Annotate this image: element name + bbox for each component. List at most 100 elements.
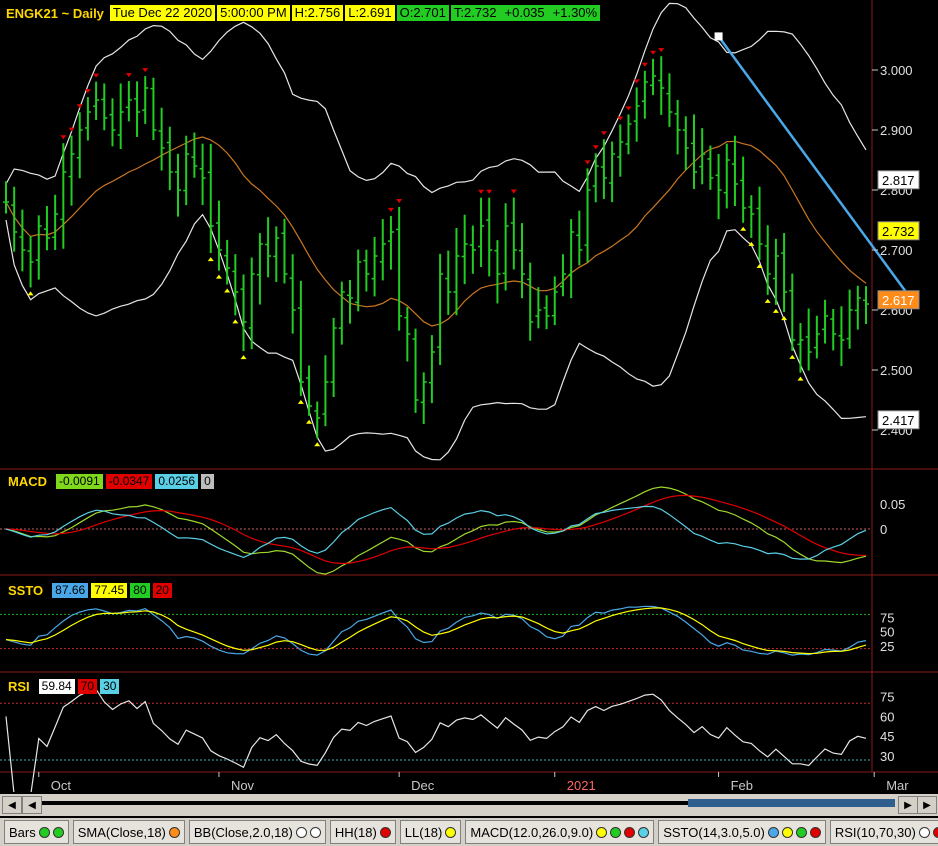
color-dot-icon bbox=[295, 826, 307, 838]
ll-marker bbox=[232, 319, 239, 324]
reference-lines bbox=[0, 528, 872, 761]
color-dot-icon bbox=[781, 826, 793, 838]
macd-value: -0.0091 bbox=[56, 474, 103, 489]
ll-marker bbox=[215, 274, 222, 279]
toolbar-indicator-label: HH(18) bbox=[334, 824, 377, 840]
price-marker-label: 2.417 bbox=[882, 413, 915, 428]
horizontal-scrollbar[interactable]: ◀ ◀ ▶ ▶ bbox=[0, 794, 938, 816]
color-dot-icon bbox=[309, 826, 321, 838]
header-date: Tue Dec 22 2020 bbox=[109, 5, 216, 21]
ll-marker bbox=[240, 355, 247, 360]
hh-marker bbox=[510, 189, 517, 194]
color-dot-icon bbox=[596, 826, 608, 838]
header-time: 5:00:00 PM bbox=[217, 5, 290, 21]
toolbar-indicator-item[interactable]: BB(Close,2.0,18) bbox=[188, 820, 326, 844]
hh-marker bbox=[641, 62, 648, 67]
header-change: +0.035 bbox=[504, 5, 545, 20]
toolbar-indicator-label: LL(18) bbox=[404, 824, 443, 840]
color-dot-icon bbox=[379, 826, 391, 838]
hh-marker bbox=[76, 104, 83, 109]
color-dot-icon bbox=[624, 826, 636, 838]
rsi-tick-label: 60 bbox=[880, 709, 894, 724]
header-close: T:2.732 bbox=[453, 5, 497, 20]
ll-marker bbox=[740, 226, 747, 231]
rsi-upper-value: 70 bbox=[77, 679, 98, 694]
trendline-handle[interactable] bbox=[714, 32, 723, 41]
price-marker-label: 2.732 bbox=[882, 224, 915, 239]
color-dot-icon bbox=[445, 826, 457, 838]
ssto-upper-value: 80 bbox=[130, 583, 150, 598]
scroll-left-page-button[interactable]: ◀ bbox=[22, 796, 42, 814]
price-tick-label: 3.000 bbox=[880, 63, 913, 78]
ssto-label: SSTO bbox=[8, 583, 44, 598]
ll-marker bbox=[764, 298, 771, 303]
hh-marker bbox=[486, 189, 493, 194]
hh-marker bbox=[625, 106, 632, 111]
indicator-toolbar: Bars SMA(Close,18) BB(Close,2.0,18) HH(18) L… bbox=[0, 818, 938, 846]
macd-legend: MACD -0.0091 -0.0347 0.0256 0 bbox=[8, 474, 214, 489]
hh-marker bbox=[592, 145, 599, 150]
time-label: 2021 bbox=[567, 778, 596, 792]
ll-marker bbox=[297, 399, 304, 404]
toolbar-indicator-item[interactable]: Bars bbox=[4, 820, 69, 844]
rsi-tick-label: 30 bbox=[880, 749, 894, 764]
rsi-tick-label: 45 bbox=[880, 729, 894, 744]
macd-tick-label: 0.05 bbox=[880, 497, 905, 512]
panel-separators bbox=[0, 0, 938, 773]
macd-zero-value: 0 bbox=[201, 474, 214, 489]
ll-marker bbox=[207, 257, 214, 262]
hh-marker bbox=[600, 131, 607, 136]
time-label: Oct bbox=[51, 778, 72, 792]
header-change-pct: +1.30% bbox=[552, 5, 598, 20]
toolbar-indicator-item[interactable]: HH(18) bbox=[329, 820, 396, 844]
ll-marker bbox=[314, 442, 321, 447]
scroll-right-button[interactable]: ▶ bbox=[917, 796, 937, 814]
ssto-tick-label: 25 bbox=[880, 639, 894, 654]
ssto-k-value: 87.66 bbox=[52, 583, 89, 598]
ll-marker bbox=[781, 316, 788, 321]
hh-marker bbox=[584, 160, 591, 165]
rsi-legend: RSI 59.84 70 30 bbox=[8, 679, 120, 694]
trendline-segment[interactable] bbox=[717, 35, 908, 294]
rsi-value: 59.84 bbox=[38, 679, 75, 694]
color-dot-icon bbox=[38, 826, 50, 838]
toolbar-indicator-item[interactable]: MACD(12.0,26.0,9.0) bbox=[465, 820, 655, 844]
header-last: T:2.732 +0.035 +1.30% bbox=[450, 5, 601, 21]
bb-lower-line bbox=[5, 213, 867, 461]
scroll-thumb[interactable] bbox=[688, 799, 895, 807]
toolbar-indicator-item[interactable]: SSTO(14,3.0,5.0) bbox=[658, 820, 826, 844]
hh-marker bbox=[658, 48, 665, 53]
toolbar-indicator-item[interactable]: SMA(Close,18) bbox=[72, 820, 185, 844]
right-arrow-icon: ▶ bbox=[904, 799, 912, 811]
ssto-tick-label: 75 bbox=[880, 610, 894, 625]
price-tick-label: 2.900 bbox=[880, 123, 913, 138]
hh-marker bbox=[142, 68, 149, 73]
color-dot-icon bbox=[918, 826, 930, 838]
rsi-line bbox=[5, 688, 867, 792]
macd-label: MACD bbox=[8, 474, 47, 489]
rsi-tick-label: 75 bbox=[880, 690, 894, 705]
toolbar-indicator-label: SSTO(14,3.0,5.0) bbox=[663, 824, 765, 840]
ssto-k-line bbox=[5, 605, 867, 656]
toolbar-indicator-label: SMA(Close,18) bbox=[77, 824, 166, 840]
time-label: Dec bbox=[411, 778, 435, 792]
color-dot-icon bbox=[809, 826, 821, 838]
toolbar-indicator-item[interactable]: RSI(10,70,30) bbox=[829, 820, 938, 844]
color-dot-icon bbox=[610, 826, 622, 838]
ll-marker bbox=[306, 419, 313, 424]
bollinger-bands bbox=[5, 2, 867, 461]
rsi-lower-value: 30 bbox=[100, 679, 120, 694]
hh-marker bbox=[68, 127, 75, 132]
time-label: Mar bbox=[886, 778, 909, 792]
hh-marker bbox=[60, 135, 67, 140]
price-bars bbox=[3, 56, 869, 439]
symbol-title: ENGK21 ~ Daily bbox=[6, 5, 104, 21]
scroll-left-button[interactable]: ◀ bbox=[2, 796, 22, 814]
toolbar-indicator-label: BB(Close,2.0,18) bbox=[193, 824, 293, 840]
scroll-right-page-button[interactable]: ▶ bbox=[898, 796, 918, 814]
toolbar-indicator-item[interactable]: LL(18) bbox=[399, 820, 462, 844]
macd-hist-value: 0.0256 bbox=[155, 474, 199, 489]
toolbar-indicator-label: MACD(12.0,26.0,9.0) bbox=[470, 824, 594, 840]
trading-chart: 3.0002.9002.8002.7002.6002.5002.4002.817… bbox=[0, 0, 938, 792]
toolbar-indicator-label: Bars bbox=[9, 824, 36, 840]
